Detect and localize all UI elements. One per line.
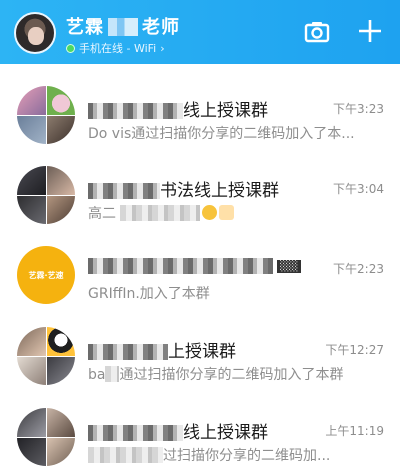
chat-title: 上授课群 bbox=[88, 337, 236, 362]
emoji-icon bbox=[219, 205, 234, 220]
censored-block bbox=[120, 205, 200, 221]
chat-preview: GRIffIn.加入了本群 bbox=[88, 286, 210, 302]
group-logo-text: 艺霖·艺速 bbox=[28, 270, 64, 280]
chat-preview-text: 过扫描你分享的二维码加... bbox=[163, 448, 331, 464]
chat-list: 线上授课群 下午3:23 Do vis通过扫描你分享的二维码加入了本... 书法… bbox=[0, 64, 400, 467]
chevron-right-icon: › bbox=[160, 41, 165, 55]
censored-block bbox=[88, 344, 168, 360]
chat-preview-text: 通过扫描你分享的二维码加入了本群 bbox=[119, 367, 344, 383]
chat-title: ░░░ bbox=[88, 256, 302, 276]
censored-block bbox=[88, 425, 183, 441]
my-name-suffix: 老师 bbox=[142, 17, 180, 38]
chat-time: 下午3:04 bbox=[333, 182, 384, 196]
chat-title-text: 线上授课群 bbox=[183, 101, 268, 121]
censored-block bbox=[88, 258, 273, 274]
online-dot-icon bbox=[66, 43, 75, 53]
chat-row[interactable]: 书法线上授课群 下午3:04 高二 bbox=[0, 154, 400, 234]
chat-preview-prefix: ba bbox=[88, 367, 106, 383]
chat-preview: 过扫描你分享的二维码加... bbox=[88, 445, 330, 465]
chat-preview: ba 通过扫描你分享的二维码加入了本群 bbox=[88, 364, 343, 384]
censored-block bbox=[88, 183, 160, 199]
chat-time: 下午12:27 bbox=[325, 343, 384, 357]
chat-time: 下午3:23 bbox=[333, 102, 384, 116]
chat-time: 下午2:23 bbox=[333, 262, 384, 276]
censored-block bbox=[88, 103, 183, 119]
chat-preview: Do vis通过扫描你分享的二维码加入了本... bbox=[88, 126, 355, 142]
chat-title-text: 书法线上授课群 bbox=[160, 181, 279, 201]
chat-row[interactable]: 线上授课群 上午11:19 过扫描你分享的二维码加... bbox=[0, 396, 400, 467]
plus-icon[interactable] bbox=[356, 17, 384, 45]
my-name-prefix: 艺霖 bbox=[66, 17, 104, 38]
camera-icon[interactable] bbox=[304, 19, 330, 45]
top-bar: 艺霖 老师 手机在线 - WiFi › bbox=[0, 0, 400, 64]
my-avatar[interactable] bbox=[14, 12, 56, 54]
chat-title-text: 上授课群 bbox=[168, 342, 236, 362]
chat-preview: 高二 bbox=[88, 203, 234, 223]
online-status-text: 手机在线 - WiFi bbox=[79, 42, 157, 55]
emoji-icon bbox=[202, 205, 217, 220]
censored-block bbox=[108, 18, 138, 36]
group-avatar: 艺霖·艺速 bbox=[17, 246, 75, 304]
group-avatar bbox=[17, 86, 75, 144]
chat-title-text: 线上授课群 bbox=[183, 423, 268, 443]
group-avatar bbox=[17, 408, 75, 466]
censored-block bbox=[88, 447, 163, 463]
chat-title: 书法线上授课群 bbox=[88, 176, 279, 201]
chat-row[interactable]: 线上授课群 下午3:23 Do vis通过扫描你分享的二维码加入了本... bbox=[0, 74, 400, 154]
censored-block bbox=[105, 366, 120, 382]
censored-block: ░░░ bbox=[277, 260, 302, 273]
chat-title: 线上授课群 bbox=[88, 96, 268, 121]
chat-row[interactable]: 艺霖·艺速 ░░░ 下午2:23 GRIffIn.加入了本群 bbox=[0, 234, 400, 314]
group-avatar bbox=[17, 166, 75, 224]
chat-title: 线上授课群 bbox=[88, 418, 268, 443]
chat-time: 上午11:19 bbox=[325, 424, 384, 438]
chat-preview-text: 高二 bbox=[88, 206, 116, 222]
online-status[interactable]: 手机在线 - WiFi › bbox=[66, 40, 165, 56]
chat-row[interactable]: 上授课群 下午12:27 ba 通过扫描你分享的二维码加入了本群 bbox=[0, 315, 400, 395]
group-avatar bbox=[17, 327, 75, 385]
my-name[interactable]: 艺霖 老师 bbox=[66, 13, 180, 39]
